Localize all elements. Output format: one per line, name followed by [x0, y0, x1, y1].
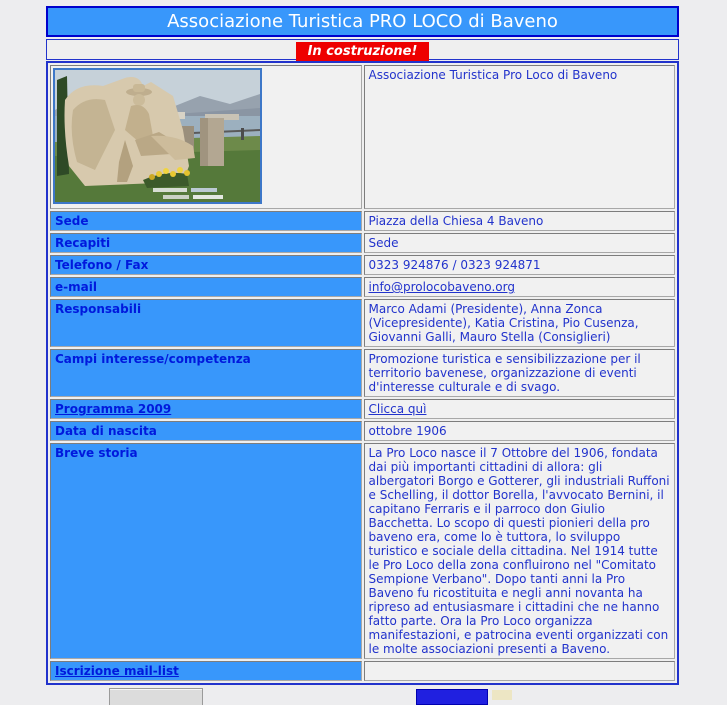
page-container: Associazione Turistica PRO LOCO di Baven… [46, 6, 679, 705]
row-value-responsabili: Marco Adami (Presidente), Anna Zonca (Vi… [363, 299, 675, 347]
table-row: Sede Piazza della Chiesa 4 Baveno [50, 211, 675, 231]
table-row: Telefono / Fax 0323 924876 / 0323 924871 [50, 255, 675, 275]
page-title: Associazione Turistica PRO LOCO di Baven… [46, 6, 679, 37]
row-value-breve-storia: La Pro Loco nasce il 7 Ottobre del 1906,… [363, 443, 675, 659]
bottom-partial-strip [46, 685, 679, 705]
statue-lakefront-photo [53, 68, 262, 204]
partial-submit-button[interactable] [109, 688, 203, 705]
iscrizione-mail-list-link[interactable]: Iscrizione mail-list [55, 664, 179, 678]
table-row: Responsabili Marco Adami (Presidente), A… [50, 299, 675, 347]
row-value-campi-interesse: Promozione turistica e sensibilizzazione… [363, 349, 675, 397]
clicca-qui-link[interactable]: Clicca quì [369, 402, 427, 416]
association-name-cell: Associazione Turistica Pro Loco di Baven… [363, 65, 675, 209]
partial-decoration [492, 690, 512, 700]
table-row: Campi interesse/competenza Promozione tu… [50, 349, 675, 397]
row-label-campi-interesse: Campi interesse/competenza [50, 349, 362, 397]
row-value-email: info@prolocobaveno.org [363, 277, 675, 297]
table-row: Breve storia La Pro Loco nasce il 7 Otto… [50, 443, 675, 659]
construction-banner-row: In costruzione! [46, 39, 679, 61]
photo-cell [50, 65, 362, 209]
table-row: Recapiti Sede [50, 233, 675, 253]
table-row: e-mail info@prolocobaveno.org [50, 277, 675, 297]
info-table: Associazione Turistica Pro Loco di Baven… [46, 61, 679, 685]
row-label-data-di-nascita: Data di nascita [50, 421, 362, 441]
partial-blue-button[interactable] [416, 689, 488, 705]
table-row: Associazione Turistica Pro Loco di Baven… [50, 65, 675, 209]
row-label-programma-2009: Programma 2009 [50, 399, 362, 419]
row-value-sede: Piazza della Chiesa 4 Baveno [363, 211, 675, 231]
email-link[interactable]: info@prolocobaveno.org [369, 280, 515, 294]
row-value-programma-2009: Clicca quì [363, 399, 675, 419]
row-value-telefono-fax: 0323 924876 / 0323 924871 [363, 255, 675, 275]
row-label-email: e-mail [50, 277, 362, 297]
table-row: Iscrizione mail-list [50, 661, 675, 681]
row-label-recapiti: Recapiti [50, 233, 362, 253]
construction-badge: In costruzione! [295, 42, 430, 61]
statue-photo-illustration [55, 70, 260, 202]
row-label-sede: Sede [50, 211, 362, 231]
table-row: Data di nascita ottobre 1906 [50, 421, 675, 441]
row-value-iscrizione-mail-list [363, 661, 675, 681]
row-label-breve-storia: Breve storia [50, 443, 362, 659]
row-label-responsabili: Responsabili [50, 299, 362, 347]
row-value-data-di-nascita: ottobre 1906 [363, 421, 675, 441]
programma-2009-link[interactable]: Programma 2009 [55, 402, 171, 416]
row-value-recapiti: Sede [363, 233, 675, 253]
row-label-iscrizione-mail-list: Iscrizione mail-list [50, 661, 362, 681]
table-row: Programma 2009 Clicca quì [50, 399, 675, 419]
row-label-telefono-fax: Telefono / Fax [50, 255, 362, 275]
